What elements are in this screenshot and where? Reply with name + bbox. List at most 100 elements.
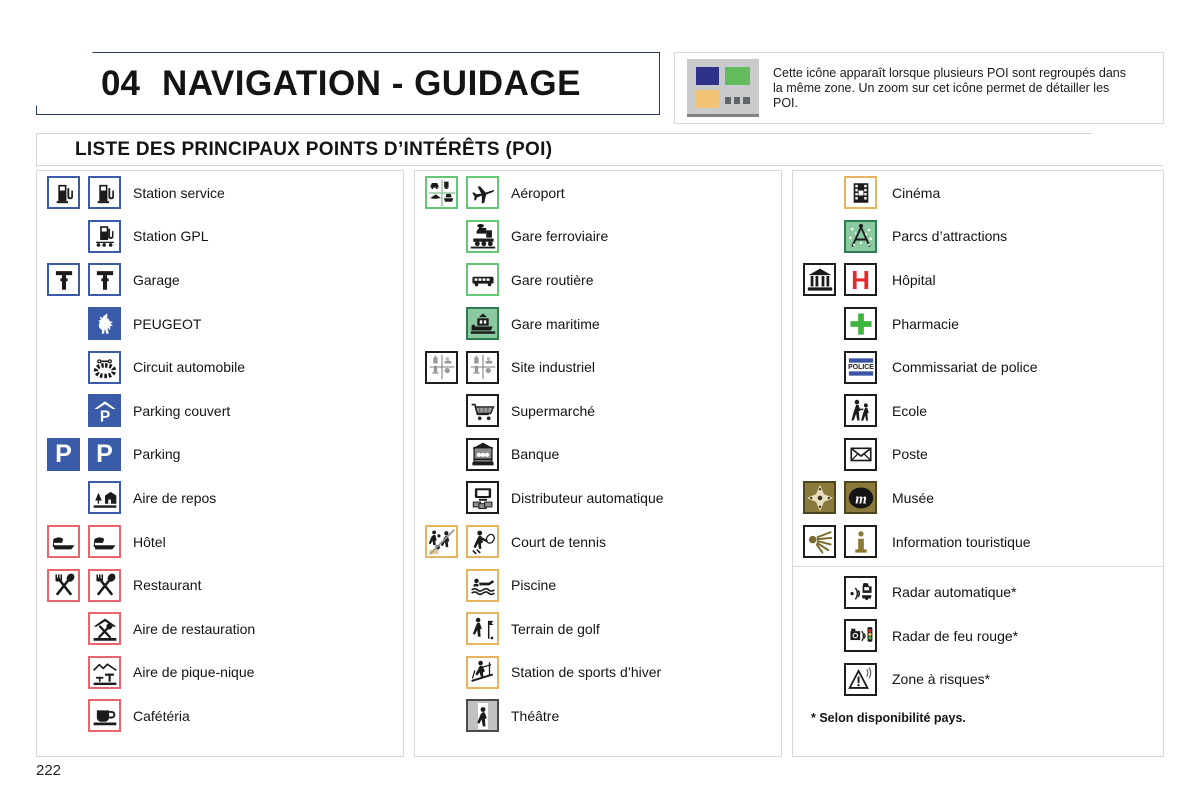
icon-slot-list xyxy=(462,218,503,254)
film-reel-icon xyxy=(844,176,877,210)
poi-row[interactable]: Station service xyxy=(37,171,403,215)
icon-slot-empty xyxy=(43,393,84,429)
poi-row[interactable]: Radar automatique* xyxy=(793,570,1163,614)
industry-cluster-icon xyxy=(425,350,458,384)
poi-row[interactable]: Station de sports d’hiver xyxy=(415,651,781,695)
icon-slot-empty xyxy=(421,436,462,472)
icon-slot-empty xyxy=(799,175,840,211)
poi-row[interactable]: Hôtel xyxy=(37,520,403,564)
icon-slot-list xyxy=(840,661,881,697)
poi-row[interactable]: Théâtre xyxy=(415,694,781,738)
poi-label: Station service xyxy=(133,184,225,201)
poi-label: Radar automatique* xyxy=(892,584,1017,601)
poi-row[interactable]: Aire de pique-nique xyxy=(37,651,403,695)
icon-slot-list xyxy=(840,306,881,342)
icon-slot-empty xyxy=(421,306,462,342)
amusement-park-icon xyxy=(844,219,877,253)
icon-slot-empty xyxy=(421,262,462,298)
icon-slot-map xyxy=(43,524,84,560)
cluster-orange-square xyxy=(696,90,719,108)
svg-text:POLICE: POLICE xyxy=(848,364,874,371)
poi-label: Aéroport xyxy=(511,184,565,201)
poi-row[interactable]: Gare routière xyxy=(415,258,781,302)
poi-row[interactable]: Parcs d’attractions xyxy=(793,215,1163,259)
icon-slot-list xyxy=(84,349,125,385)
poi-label: Banque xyxy=(511,446,560,463)
poi-row[interactable]: Garage xyxy=(37,258,403,302)
poi-row[interactable]: Cafétéria xyxy=(37,694,403,738)
poi-label: Musée xyxy=(892,489,935,506)
poi-row[interactable]: m Musée xyxy=(793,476,1163,520)
poi-row[interactable]: Aire de repos xyxy=(37,476,403,520)
poi-row[interactable]: Station GPL xyxy=(37,215,403,259)
poi-row[interactable]: Court de tennis xyxy=(415,520,781,564)
poi-label: Poste xyxy=(892,446,928,463)
poi-label: Terrain de golf xyxy=(511,620,600,637)
poi-label: Supermarché xyxy=(511,402,596,419)
poi-row[interactable]: Site industriel xyxy=(415,345,781,389)
info-callout-text: Cette icône apparaît lorsque plusieurs P… xyxy=(773,65,1126,110)
poi-row[interactable]: Zone à risques* xyxy=(793,658,1163,702)
poi-column-2: Aéroport Gare ferroviaire Gare routière … xyxy=(414,170,782,757)
poi-label: Cinéma xyxy=(892,184,941,201)
icon-slot-list xyxy=(84,524,125,560)
industry-cluster-icon xyxy=(466,350,499,384)
poi-row[interactable]: H Hôpital xyxy=(793,258,1163,302)
poi-label: Parcs d’attractions xyxy=(892,228,1008,245)
icon-slot-list xyxy=(840,574,881,610)
poi-label: Circuit automobile xyxy=(133,359,246,376)
icon-slot-list: POLICE xyxy=(840,349,881,385)
ferry-terminal-icon xyxy=(466,307,499,341)
bank-icon xyxy=(466,437,499,471)
icon-slot-list xyxy=(840,524,881,560)
poi-label: Gare maritime xyxy=(511,315,600,332)
rest-area-icon xyxy=(88,481,121,515)
cluster-dots xyxy=(725,97,750,104)
poi-row[interactable]: Banque xyxy=(415,433,781,477)
chapter-banner: 04 NAVIGATION - GUIDAGE xyxy=(36,52,660,115)
tennis-player-icon xyxy=(466,525,499,559)
poi-row[interactable]: Restaurant xyxy=(37,563,403,607)
poi-row[interactable]: Radar de feu rouge* xyxy=(793,614,1163,658)
poi-row[interactable]: PEUGEOT xyxy=(37,302,403,346)
poi-row[interactable]: P P Parking xyxy=(37,433,403,477)
icon-slot-list xyxy=(840,175,881,211)
poi-column-1: Station service Station GPL Garage PEUGEO… xyxy=(36,170,404,757)
parking-p-icon: P xyxy=(88,437,121,471)
poi-label: Parking xyxy=(133,446,181,463)
poi-label: Cafétéria xyxy=(133,707,190,724)
icon-slot-empty xyxy=(421,611,462,647)
poi-row[interactable]: Aire de restauration xyxy=(37,607,403,651)
poi-row[interactable]: Aéroport xyxy=(415,171,781,215)
poi-row[interactable]: Cinéma xyxy=(793,171,1163,215)
icon-slot-map xyxy=(43,262,84,298)
poi-row[interactable]: Supermarché xyxy=(415,389,781,433)
icon-slot-list xyxy=(462,175,503,211)
poi-row[interactable]: Circuit automobile xyxy=(37,345,403,389)
poi-row[interactable]: Gare ferroviaire xyxy=(415,215,781,259)
poi-row[interactable]: Poste xyxy=(793,433,1163,477)
poi-label: Théâtre xyxy=(511,707,560,724)
poi-row[interactable]: Gare maritime xyxy=(415,302,781,346)
icon-slot-list xyxy=(462,306,503,342)
poi-row[interactable]: Terrain de golf xyxy=(415,607,781,651)
swimmer-icon xyxy=(466,568,499,602)
peugeot-lion-icon xyxy=(88,307,121,341)
compass-rose-icon xyxy=(803,481,836,515)
monument-icon xyxy=(803,263,836,297)
poi-row[interactable]: Distributeur automatique xyxy=(415,476,781,520)
poi-column-3: Cinéma Parcs d’attractions H Hôpital Pharm… xyxy=(792,170,1164,757)
footnote: * Selon disponibilité pays. xyxy=(811,711,966,726)
poi-row[interactable]: Information touristique xyxy=(793,520,1163,564)
poi-row[interactable]: POLICE Commissariat de police xyxy=(793,345,1163,389)
poi-row[interactable]: Ecole xyxy=(793,389,1163,433)
icon-slot-empty xyxy=(421,218,462,254)
poi-row[interactable]: P Parking couvert xyxy=(37,389,403,433)
poi-label: Commissariat de police xyxy=(892,359,1038,376)
icon-slot-list xyxy=(462,524,503,560)
bed-icon xyxy=(88,525,121,559)
poi-row[interactable]: Pharmacie xyxy=(793,302,1163,346)
fuel-pump-icon xyxy=(47,176,80,210)
icon-slot-empty xyxy=(421,480,462,516)
poi-row[interactable]: Piscine xyxy=(415,563,781,607)
